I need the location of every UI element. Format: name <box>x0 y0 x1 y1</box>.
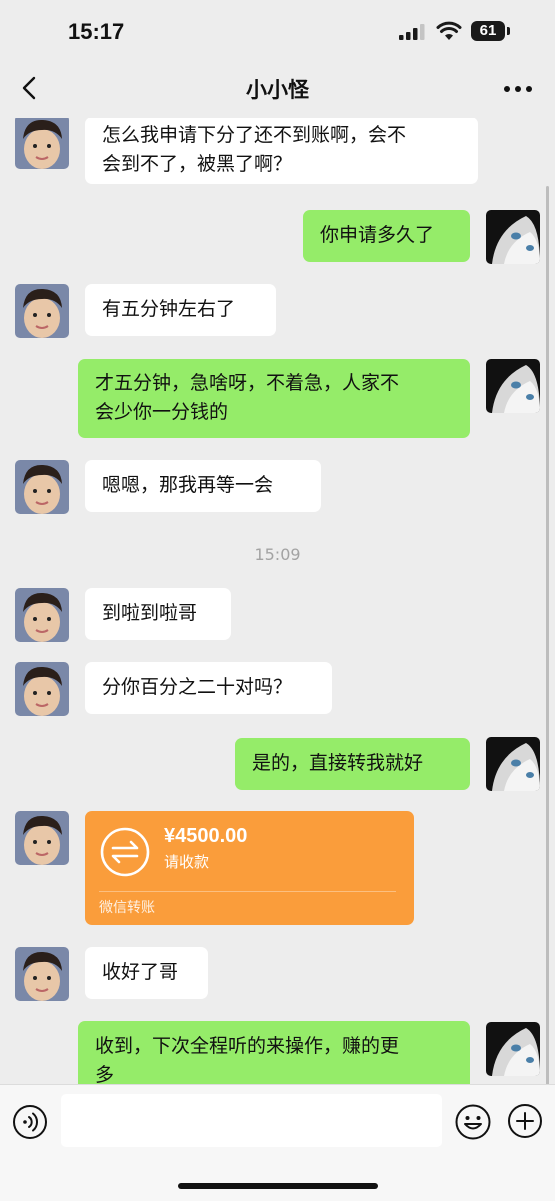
message-bubble-incoming[interactable]: 嗯嗯，那我再等一会 <box>85 460 321 512</box>
emoji-icon[interactable] <box>454 1103 492 1141</box>
message-bubble-incoming[interactable]: 到啦到啦哥 <box>85 588 231 640</box>
message-bubble-incoming[interactable]: 有五分钟左右了 <box>85 284 276 336</box>
status-time: 15:17 <box>68 19 125 44</box>
transfer-source: 微信转账 <box>99 900 155 916</box>
message-bubble-outgoing[interactable]: 你申请多久了 <box>303 210 470 262</box>
status-bar: 15:17 61 <box>0 0 555 60</box>
chat-title: 小小怪 <box>246 78 309 102</box>
contact-avatar[interactable] <box>15 588 69 642</box>
message-text: 你申请多久了 <box>320 224 435 246</box>
message-bubble-outgoing[interactable]: 收到，下次全程听的来操作，赚的更 多 <box>78 1021 470 1084</box>
message-text: 收好了哥 <box>102 961 179 983</box>
plus-icon[interactable] <box>507 1103 543 1139</box>
message-bubble-incoming[interactable]: 怎么我申请下分了还不到账啊，会不 会到不了，被黑了啊？ <box>85 118 478 184</box>
user-avatar[interactable] <box>486 1022 540 1076</box>
message-bubble-incoming[interactable]: 分你百分之二十对吗？ <box>85 662 332 714</box>
contact-avatar[interactable] <box>15 811 69 865</box>
message-text: 会少你一分钱的 <box>95 401 229 423</box>
message-text: 多 <box>95 1064 115 1084</box>
transfer-card[interactable]: ¥4500.00 请收款 微信转账 <box>85 811 414 925</box>
message-text: 到啦到啦哥 <box>102 602 198 624</box>
message-text: 有五分钟左右了 <box>102 298 236 320</box>
message-text: 嗯嗯，那我再等一会 <box>102 474 274 496</box>
contact-avatar[interactable] <box>15 284 69 338</box>
transfer-arrows-icon <box>100 827 150 877</box>
battery-tip <box>507 27 510 35</box>
message-text: 会到不了，被黑了啊？ <box>102 153 293 175</box>
message-input[interactable] <box>61 1094 442 1147</box>
contact-avatar[interactable] <box>15 947 69 1001</box>
home-indicator[interactable] <box>178 1183 378 1189</box>
transfer-amount: ¥4500.00 <box>164 825 248 847</box>
contact-avatar[interactable] <box>15 118 69 169</box>
message-timestamp: 15:09 <box>254 545 301 564</box>
battery-indicator: 61 <box>471 21 505 41</box>
message-text: 分你百分之二十对吗？ <box>102 676 293 698</box>
message-bubble-outgoing[interactable]: 才五分钟，急啥呀，不着急，人家不 会少你一分钱的 <box>78 359 470 438</box>
contact-avatar[interactable] <box>15 662 69 716</box>
transfer-divider <box>99 891 396 892</box>
user-avatar[interactable] <box>486 359 540 413</box>
wifi-icon <box>436 21 462 40</box>
message-list[interactable]: 怎么我申请下分了还不到账啊，会不 会到不了，被黑了啊？ 你申请多久了 有五分钟左… <box>0 118 555 1084</box>
scrollbar[interactable] <box>546 186 549 1084</box>
message-text: 收到，下次全程听的来操作，赚的更 <box>95 1035 400 1057</box>
message-bubble-outgoing[interactable]: 是的，直接转我就好 <box>235 738 470 790</box>
user-avatar[interactable] <box>486 210 540 264</box>
contact-avatar[interactable] <box>15 460 69 514</box>
message-text: 怎么我申请下分了还不到账啊，会不 <box>102 124 407 146</box>
chat-header: 小小怪 <box>0 60 555 118</box>
message-text: 是的，直接转我就好 <box>252 752 424 774</box>
more-dots-icon[interactable] <box>500 74 536 104</box>
signal-icon <box>399 24 425 40</box>
message-bubble-incoming[interactable]: 收好了哥 <box>85 947 208 999</box>
user-avatar[interactable] <box>486 737 540 791</box>
voice-icon[interactable] <box>12 1104 48 1140</box>
transfer-status: 请收款 <box>164 853 210 871</box>
message-text: 才五分钟，急啥呀，不着急，人家不 <box>95 372 400 394</box>
